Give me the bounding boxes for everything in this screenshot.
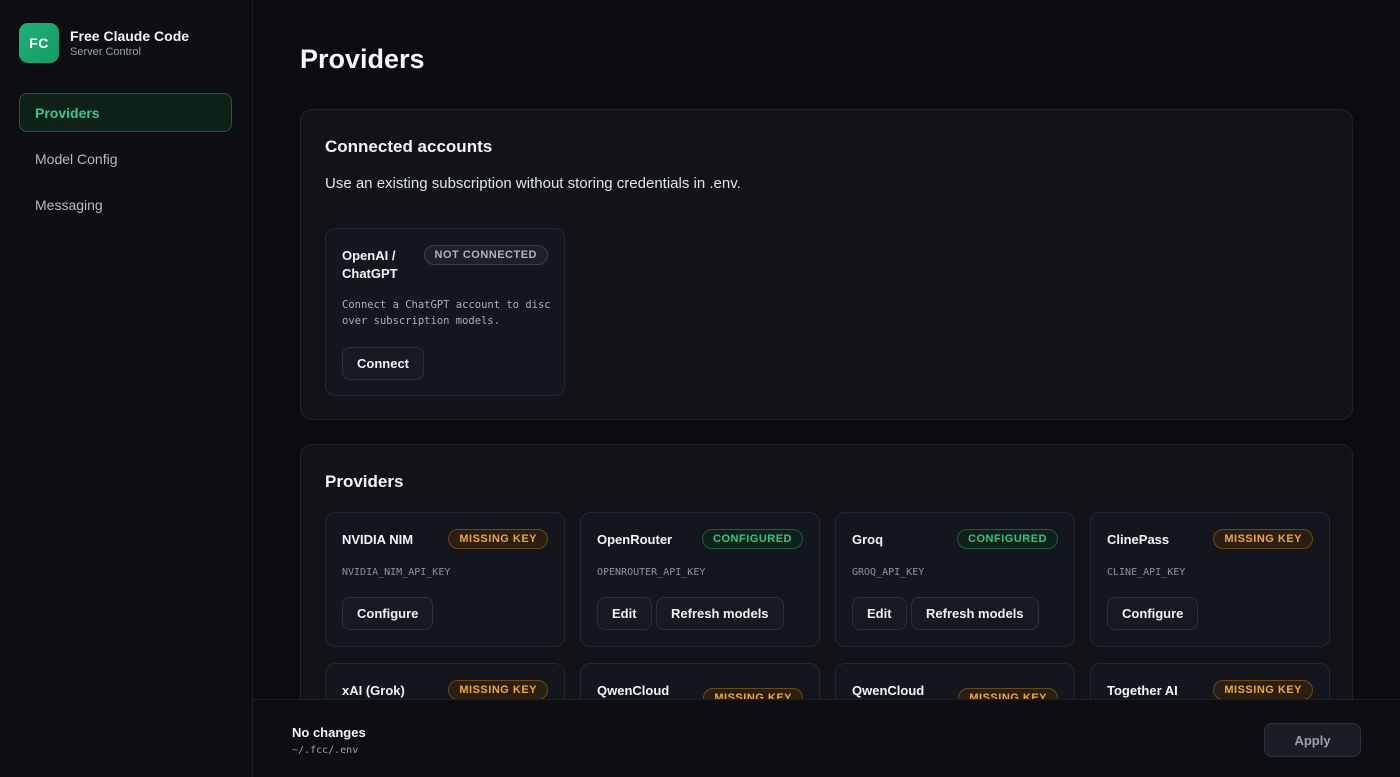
provider-name: xAI (Grok) (342, 683, 405, 698)
page-title: Providers (300, 44, 425, 74)
provider-name: NVIDIA NIM (342, 532, 414, 547)
status-badge: MISSING KEY (448, 680, 548, 700)
openai-account-description: Connect a ChatGPT account to discover su… (342, 299, 551, 327)
sidebar-item-providers[interactable]: Providers (19, 93, 232, 132)
openai-account-name-line2: ChatGPT (342, 266, 398, 281)
status-badge: MISSING KEY (1213, 680, 1313, 700)
openai-account-name-line1: OpenAI / (342, 248, 396, 263)
refresh-models-button[interactable]: Refresh models (911, 597, 1039, 630)
connected-accounts-description: Use an existing subscription without sto… (325, 175, 741, 192)
edit-button[interactable]: Edit (597, 597, 652, 630)
provider-name: ClinePass (1107, 532, 1170, 547)
openai-account-name: OpenAI / ChatGPT (342, 247, 398, 283)
fc-logo-icon: FC (19, 23, 59, 63)
brand-subtitle: Server Control (70, 46, 141, 58)
provider-card-groq: Groq CONFIGURED GROQ_API_KEY Edit Refres… (835, 512, 1075, 647)
refresh-models-button[interactable]: Refresh models (656, 597, 784, 630)
configure-button[interactable]: Configure (1107, 597, 1199, 630)
configure-button[interactable]: Configure (342, 597, 434, 630)
provider-env-key: CLINE_API_KEY (1107, 567, 1186, 578)
status-badge: CONFIGURED (702, 529, 803, 549)
provider-name: QwenCloud (852, 683, 925, 698)
changes-status: No changes (292, 725, 366, 740)
connect-button[interactable]: Connect (342, 347, 424, 380)
provider-name: QwenCloud (597, 683, 670, 698)
connected-accounts-title: Connected accounts (325, 137, 493, 156)
sidebar-item-messaging[interactable]: Messaging (19, 185, 232, 224)
providers-section-title: Providers (325, 472, 404, 491)
provider-name: OpenRouter (597, 532, 673, 547)
status-badge: CONFIGURED (957, 529, 1058, 549)
connected-accounts-panel: Connected accounts Use an existing subsc… (300, 109, 1353, 420)
provider-name: Groq (852, 532, 884, 547)
status-badge: MISSING KEY (1213, 529, 1313, 549)
status-badge: MISSING KEY (448, 529, 548, 549)
provider-env-key: OPENROUTER_API_KEY (597, 567, 706, 578)
sidebar: FC Free Claude Code Server Control Provi… (0, 0, 253, 777)
sidebar-nav: Providers Model Config Messaging (19, 93, 232, 231)
status-badge: NOT CONNECTED (423, 245, 548, 265)
provider-env-key: NVIDIA_NIM_API_KEY (342, 567, 451, 578)
brand: FC Free Claude Code Server Control (19, 23, 189, 63)
provider-env-key: GROQ_API_KEY (852, 567, 925, 578)
edit-button[interactable]: Edit (852, 597, 907, 630)
apply-button[interactable]: Apply (1264, 723, 1361, 757)
provider-card-nvidia-nim: NVIDIA NIM MISSING KEY NVIDIA_NIM_API_KE… (325, 512, 565, 647)
provider-name: Together AI (1107, 683, 1178, 698)
provider-card-openrouter: OpenRouter CONFIGURED OPENROUTER_API_KEY… (580, 512, 820, 647)
openai-account-card: OpenAI / ChatGPT NOT CONNECTED Connect a… (325, 228, 565, 396)
sidebar-item-model-config[interactable]: Model Config (19, 139, 232, 178)
provider-card-clinepass: ClinePass MISSING KEY CLINE_API_KEY Conf… (1090, 512, 1330, 647)
footer-bar: No changes ~/.fcc/.env Apply (253, 699, 1400, 777)
env-file-path: ~/.fcc/.env (292, 745, 359, 756)
brand-name: Free Claude Code (70, 28, 190, 44)
